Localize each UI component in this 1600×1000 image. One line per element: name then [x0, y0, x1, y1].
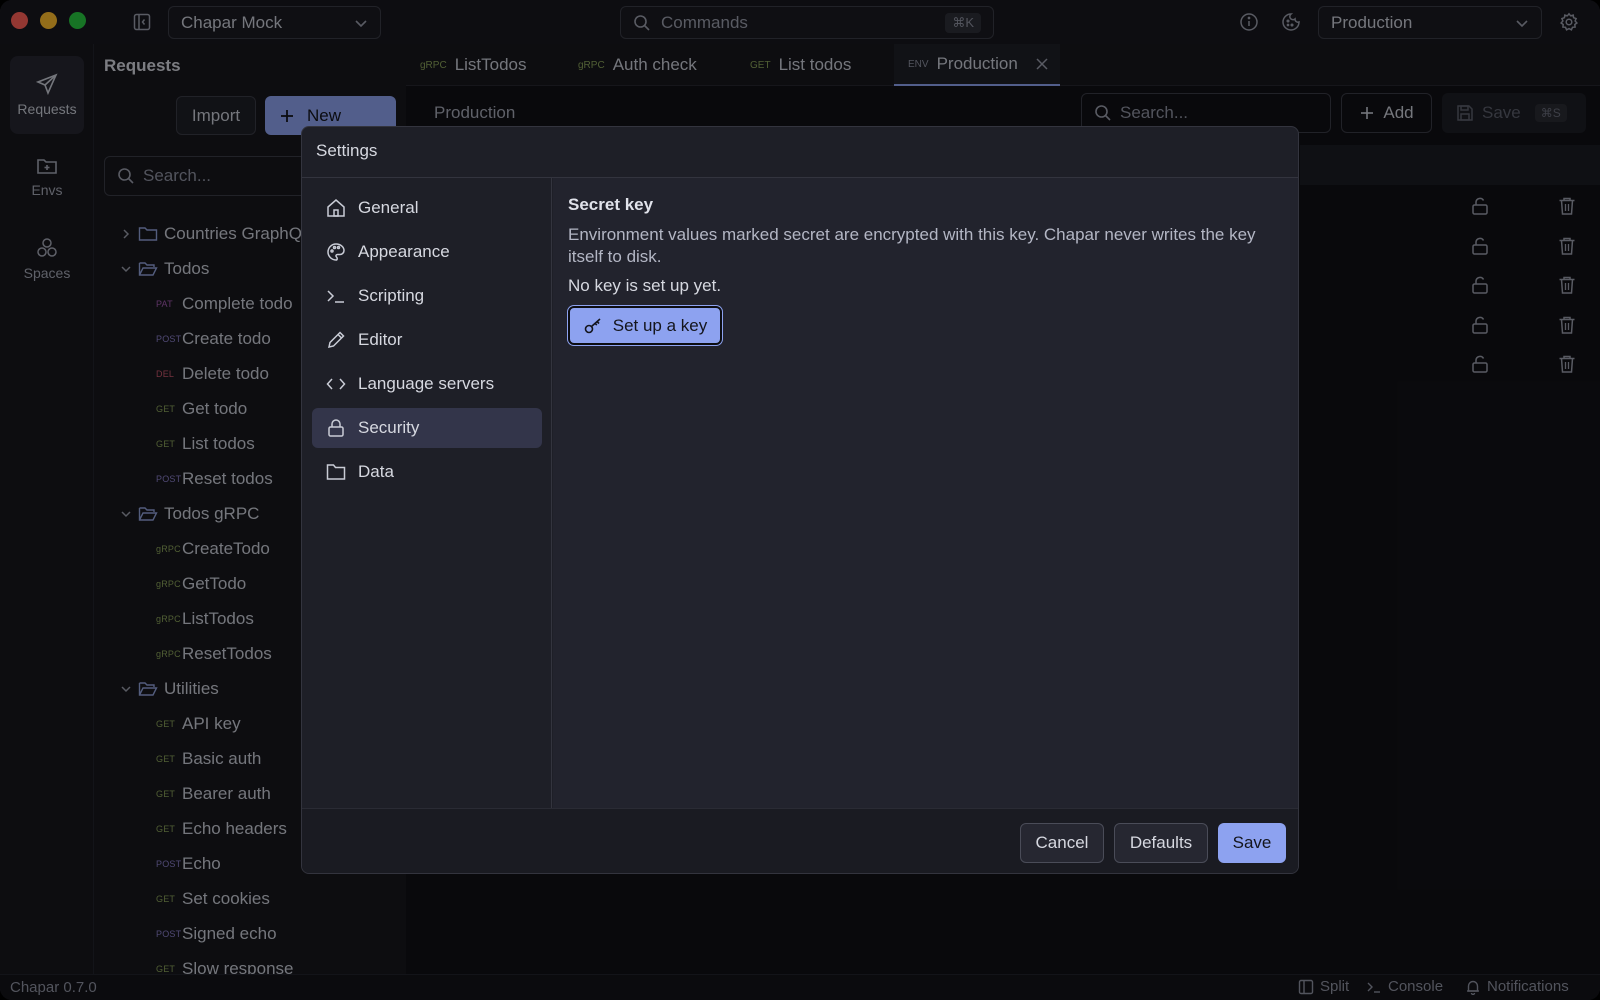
dialog-title: Settings [316, 141, 378, 160]
settings-nav-data[interactable]: Data [312, 452, 542, 492]
setup-key-label: Set up a key [612, 315, 708, 335]
settings-nav-scripting[interactable]: Scripting [312, 276, 542, 316]
settings-content: Secret key Environment values marked sec… [553, 178, 1298, 808]
cancel-button[interactable]: Cancel [1020, 823, 1104, 863]
section-title: Secret key [568, 195, 654, 214]
settings-nav-label: Security [358, 418, 420, 437]
dialog-footer: Cancel Defaults Save [302, 808, 1298, 873]
terminal-icon [327, 290, 344, 303]
home-icon [327, 199, 345, 217]
app-window: Chapar Mock Commands ⌘K Production Reque… [0, 0, 1600, 1000]
settings-nav-label: Editor [358, 330, 403, 349]
settings-nav-label: Language servers [358, 374, 495, 393]
setup-key-button[interactable]: Set up a key [568, 306, 722, 345]
settings-nav-label: Scripting [358, 286, 425, 305]
settings-nav-label: General [358, 198, 419, 217]
folder-icon [326, 464, 346, 480]
code-icon [326, 378, 346, 390]
defaults-button[interactable]: Defaults [1114, 823, 1208, 863]
settings-nav: General Appearance Scripting Editor Language… [302, 178, 552, 808]
settings-nav-general[interactable]: General [312, 188, 542, 228]
settings-nav-language-servers[interactable]: Language servers [312, 364, 542, 404]
save-button[interactable]: Save [1218, 823, 1286, 863]
lock-icon [328, 419, 344, 437]
key-icon [584, 317, 601, 333]
key-status: No key is set up yet. [568, 276, 722, 295]
settings-nav-appearance[interactable]: Appearance [312, 232, 542, 272]
settings-nav-label: Data [358, 462, 394, 481]
palette-icon [327, 243, 345, 261]
settings-dialog: Settings General Appearance Scripting Edito… [301, 126, 1299, 874]
pencil-icon [328, 331, 345, 348]
settings-nav-label: Appearance [358, 242, 450, 261]
settings-nav-security[interactable]: Security [312, 408, 542, 448]
settings-nav-editor[interactable]: Editor [312, 320, 542, 360]
section-description: Environment values marked secret are enc… [568, 225, 1256, 266]
